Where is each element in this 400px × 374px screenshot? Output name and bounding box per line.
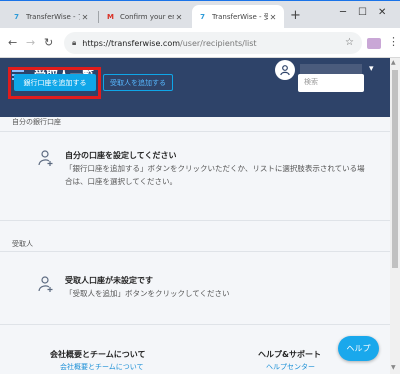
add-recipient-button[interactable]: 受取人を追加する bbox=[103, 74, 173, 91]
new-tab-button[interactable]: + bbox=[290, 8, 301, 23]
highlight-annotation bbox=[8, 67, 101, 99]
transferwise-icon: 7 bbox=[200, 13, 205, 21]
user-icon bbox=[280, 65, 290, 76]
recipients-empty-desc: 「受取人を追加」ボタンをクリックしてください bbox=[65, 289, 230, 298]
bookmark-star-icon[interactable]: ☆ bbox=[345, 37, 354, 48]
vertical-scrollbar[interactable]: ▲ ▼ bbox=[390, 58, 400, 374]
footer-about-title: 会社概要とチームについて bbox=[50, 350, 146, 359]
divider bbox=[0, 131, 390, 132]
tab-separator bbox=[98, 11, 99, 23]
section-label-recipients: 受取人 bbox=[12, 240, 33, 248]
search-input[interactable]: 検索 bbox=[298, 74, 364, 92]
divider bbox=[0, 251, 390, 252]
url-host: https://transferwise.com bbox=[82, 38, 181, 48]
window-close-icon[interactable]: ✕ bbox=[378, 7, 386, 18]
forward-icon[interactable]: → bbox=[26, 36, 35, 49]
divider bbox=[0, 324, 390, 325]
browser-menu-icon[interactable]: ⋮ bbox=[388, 35, 399, 48]
tab-title: TransferWise - 受取人 bbox=[212, 13, 268, 21]
divider bbox=[0, 220, 390, 221]
reload-icon[interactable]: ↻ bbox=[44, 36, 53, 49]
browser-tab-2[interactable]: M Confirm your email a ✕ bbox=[100, 5, 190, 29]
minimize-icon[interactable]: ─ bbox=[340, 7, 346, 18]
add-user-icon bbox=[38, 150, 53, 166]
chevron-down-icon[interactable]: ▾ bbox=[369, 64, 374, 74]
add-user-icon bbox=[38, 276, 53, 292]
browser-tab-1[interactable]: 7 TransferWise - プロフ ✕ bbox=[6, 5, 96, 29]
extension-icon[interactable] bbox=[367, 38, 381, 49]
recipients-empty-title: 受取人口座が未設定です bbox=[65, 276, 153, 285]
close-icon[interactable]: ✕ bbox=[268, 13, 278, 22]
maximize-icon[interactable]: ☐ bbox=[358, 7, 367, 18]
help-button[interactable]: ヘルプ bbox=[338, 336, 379, 361]
my-accounts-empty-title: 自分の口座を設定してください bbox=[65, 151, 177, 160]
tab-title: Confirm your email a bbox=[120, 13, 174, 21]
footer-help-link[interactable]: ヘルプセンター bbox=[266, 362, 315, 372]
close-icon[interactable]: ✕ bbox=[174, 13, 184, 22]
browser-toolbar: ← → ↻ 🔒︎ https://transferwise.com/user/r… bbox=[0, 28, 400, 58]
scroll-down-icon[interactable]: ▼ bbox=[391, 364, 396, 371]
scrollbar-thumb[interactable] bbox=[392, 70, 398, 268]
tab-title: TransferWise - プロフ bbox=[26, 13, 80, 21]
transferwise-icon: 7 bbox=[14, 13, 19, 21]
my-accounts-empty-desc: 「銀行口座を追加する」ボタンをクリックいただくか、リストに選択肢表示されている場… bbox=[65, 164, 365, 186]
address-bar[interactable]: 🔒︎ https://transferwise.com/user/recipie… bbox=[64, 32, 362, 54]
close-icon[interactable]: ✕ bbox=[80, 13, 90, 22]
gmail-icon: M bbox=[107, 13, 114, 21]
browser-tab-3-active[interactable]: 7 TransferWise - 受取人 ✕ bbox=[192, 5, 284, 29]
footer-help-title: ヘルプ&サポート bbox=[258, 350, 321, 359]
back-icon[interactable]: ← bbox=[8, 36, 17, 49]
app-header: 受取人一覧 ▾ 銀行口座を追加する 受取人を追加する 検索 bbox=[0, 58, 390, 117]
avatar[interactable] bbox=[275, 60, 295, 80]
footer-about-link[interactable]: 会社概要とチームについて bbox=[60, 362, 144, 372]
url-path: /user/recipients/list bbox=[180, 38, 257, 48]
section-label-my-accounts: 自分の銀行口座 bbox=[12, 118, 61, 126]
page-content: 受取人一覧 ▾ 銀行口座を追加する 受取人を追加する 検索 自分の銀行口座 自分… bbox=[0, 58, 400, 374]
scroll-up-icon[interactable]: ▲ bbox=[391, 59, 396, 66]
lock-icon: 🔒︎ bbox=[72, 38, 77, 47]
browser-tabbar: 7 TransferWise - プロフ ✕ M Confirm your em… bbox=[0, 0, 400, 29]
